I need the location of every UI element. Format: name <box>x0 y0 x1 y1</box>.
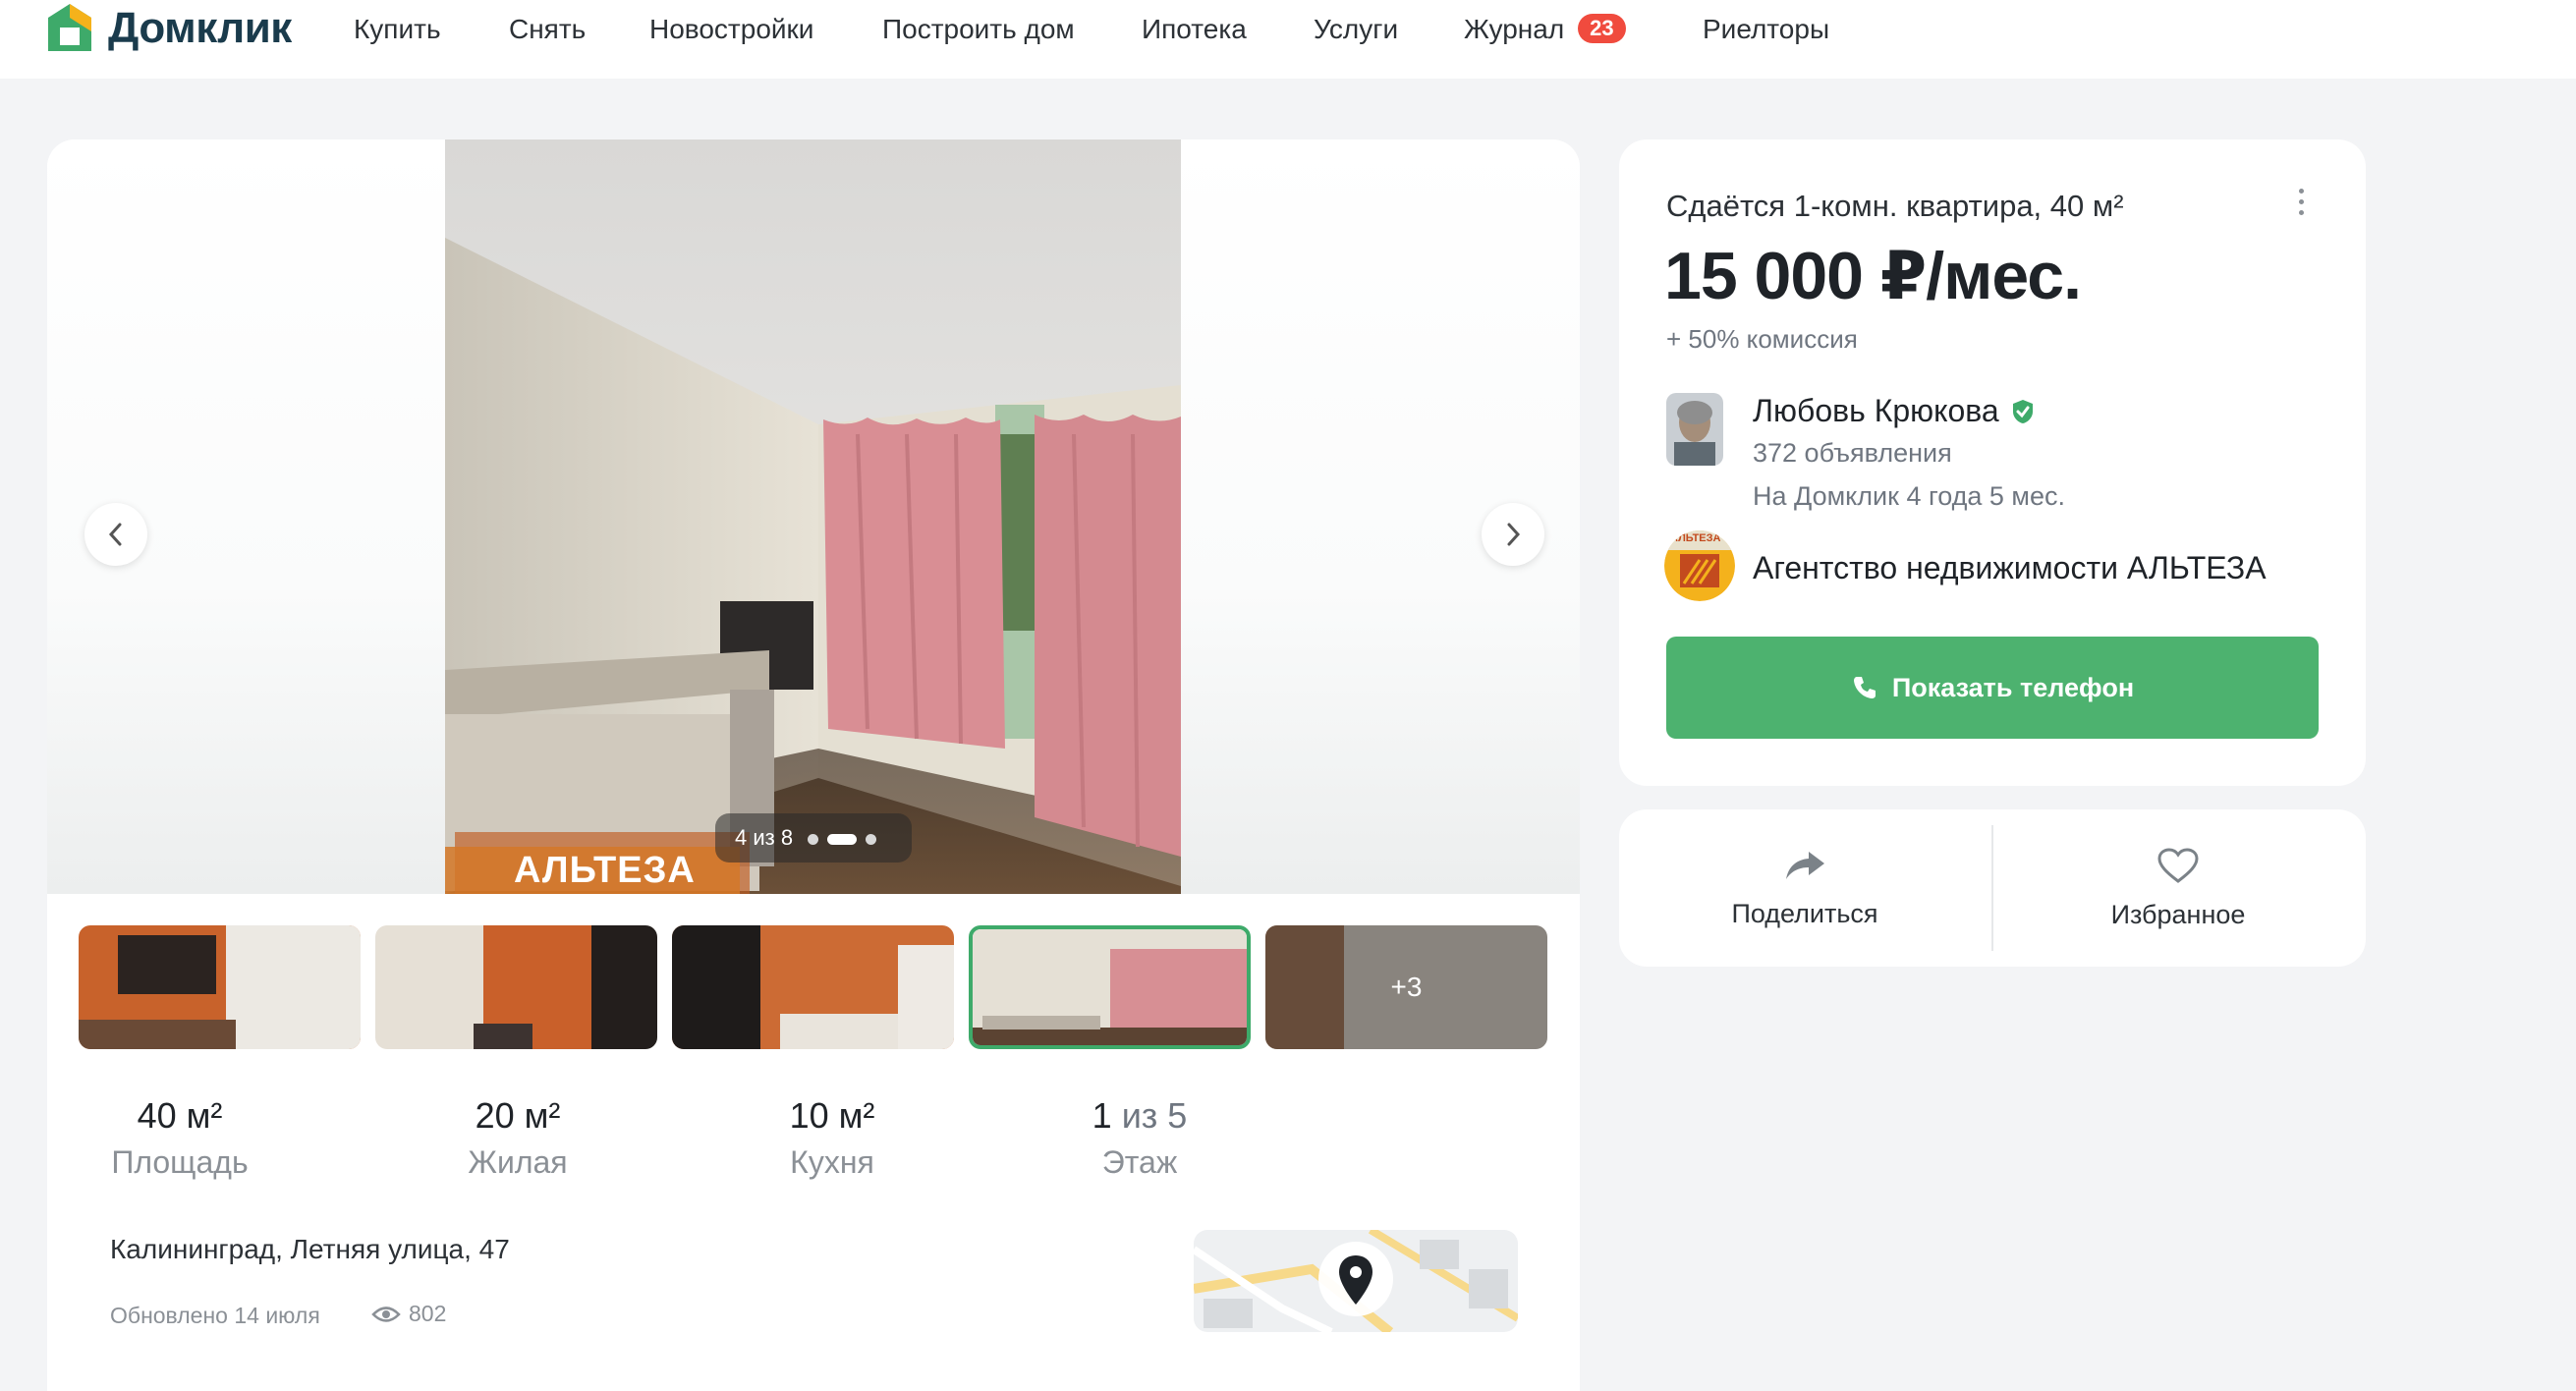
stat-floor-value: 1 из 5 <box>1066 1095 1213 1137</box>
thumbnail-4-active[interactable] <box>969 925 1251 1049</box>
chevron-right-icon <box>1507 523 1521 546</box>
agency-logo[interactable]: АЛЬТЕЗА <box>1664 530 1735 601</box>
thumbnail-image <box>375 925 657 1049</box>
chevron-left-icon <box>108 523 122 546</box>
stat-living: 20 м² Жилая <box>444 1095 591 1181</box>
stat-floor: 1 из 5 Этаж <box>1066 1095 1213 1181</box>
carousel-dots <box>799 825 877 851</box>
favorite-button[interactable]: Избранное <box>1992 809 2364 967</box>
nav-item-journal[interactable]: Журнал 23 <box>1464 14 1626 45</box>
agent-since: На Домклик 4 года 5 мес. <box>1753 481 2066 511</box>
stat-area-label: Площадь <box>111 1144 249 1180</box>
agent-name-text: Любовь Крюкова <box>1753 393 1999 428</box>
stat-floor-total: из 5 <box>1111 1095 1188 1136</box>
thumbnail-3[interactable] <box>672 925 954 1049</box>
stat-living-value: 20 м² <box>475 1095 561 1136</box>
nav-item-build-house[interactable]: Построить дом <box>882 14 1075 45</box>
share-label: Поделиться <box>1731 898 1878 928</box>
watermark-altesa: АЛЬТЕЗА <box>445 847 740 894</box>
show-phone-button[interactable]: Показать телефон <box>1666 637 2319 739</box>
views-count: 802 <box>371 1301 446 1327</box>
photo-gallery: АЛЬТЕЗА 4 из 8 <box>47 139 1580 894</box>
photo-counter-text: 4 из 8 <box>735 825 794 850</box>
avatar-image <box>1666 393 1723 466</box>
nav-item-mortgage[interactable]: Ипотека <box>1142 14 1247 45</box>
favorite-label: Избранное <box>2110 899 2246 929</box>
next-photo-button[interactable] <box>1482 503 1544 566</box>
top-header: Домклик Купить Снять Новостройки Построи… <box>0 0 2576 79</box>
photo-counter: 4 из 8 <box>715 813 912 862</box>
stat-area: 40 м² Площадь <box>106 1095 253 1181</box>
thumbnail-image <box>672 925 954 1049</box>
commission-note: + 50% комиссия <box>1666 324 1858 354</box>
stat-kitchen-label: Кухня <box>790 1144 874 1180</box>
share-arrow-icon <box>1786 851 1824 879</box>
nav-item-journal-label: Журнал <box>1464 14 1565 44</box>
house-logo-icon <box>48 4 91 51</box>
thumbnail-1[interactable] <box>79 925 361 1049</box>
views-value: 802 <box>409 1301 447 1326</box>
prev-photo-button[interactable] <box>84 503 147 566</box>
actions-card: Поделиться Избранное <box>1619 809 2366 967</box>
thumbnail-2[interactable] <box>375 925 657 1049</box>
verified-badge-icon <box>2012 399 2033 423</box>
nav-item-new-buildings[interactable]: Новостройки <box>649 14 813 45</box>
heart-icon <box>2157 847 2199 883</box>
more-photos-label: +3 <box>1265 925 1547 1049</box>
stat-area-value: 40 м² <box>137 1095 223 1136</box>
nav-item-services[interactable]: Услуги <box>1314 14 1398 45</box>
carousel-dot <box>866 834 877 845</box>
thumbnail-image <box>79 925 361 1049</box>
main-photo[interactable] <box>445 139 1181 894</box>
listing-title: Сдаётся 1-комн. квартира, 40 м² <box>1666 189 2124 223</box>
logo[interactable]: Домклик <box>45 0 292 57</box>
nav-item-buy[interactable]: Купить <box>354 14 441 45</box>
eye-icon <box>371 1306 401 1322</box>
journal-count-badge: 23 <box>1578 14 1626 43</box>
updated-date: Обновлено 14 июля <box>110 1303 320 1328</box>
map-pin-icon <box>1339 1255 1372 1305</box>
nav-item-rent[interactable]: Снять <box>509 14 586 45</box>
stat-kitchen: 10 м² Кухня <box>758 1095 906 1181</box>
more-options-icon[interactable] <box>2297 189 2307 221</box>
stat-kitchen-value: 10 м² <box>789 1095 875 1136</box>
show-phone-label: Показать телефон <box>1891 672 2135 702</box>
agency-name[interactable]: Агентство недвижимости АЛЬТЕЗА <box>1753 550 2267 586</box>
offer-card: Сдаётся 1-комн. квартира, 40 м² 15 000 ₽… <box>1619 139 2366 786</box>
agent-listings-count[interactable]: 372 объявления <box>1753 438 1952 469</box>
stat-floor-number: 1 <box>1092 1095 1112 1136</box>
thumbnail-5-more[interactable]: +3 <box>1265 925 1547 1049</box>
stat-living-label: Жилая <box>468 1144 568 1180</box>
agent-name[interactable]: Любовь Крюкова <box>1753 393 2037 429</box>
share-button[interactable]: Поделиться <box>1619 809 1990 967</box>
thumbnail-image <box>973 929 1247 1045</box>
phone-icon <box>1853 677 1876 698</box>
watermark-text: АЛЬТЕЗА <box>514 849 696 891</box>
logo-text: Домклик <box>108 4 292 52</box>
map-preview[interactable] <box>1194 1230 1518 1332</box>
nav-item-realtors[interactable]: Риелторы <box>1703 14 1829 45</box>
carousel-dot <box>808 834 819 845</box>
room-photo-image <box>445 139 1181 894</box>
agent-avatar[interactable] <box>1666 393 1723 466</box>
carousel-dot-active <box>827 834 858 845</box>
listing-price: 15 000 ₽/мес. <box>1664 239 2082 313</box>
agency-logo-text: АЛЬТЕЗА <box>1670 532 1721 544</box>
address: Калининград, Летняя улица, 47 <box>110 1234 510 1264</box>
listing-main-card: АЛЬТЕЗА 4 из 8 <box>47 139 1580 1391</box>
stat-floor-label: Этаж <box>1101 1144 1178 1180</box>
